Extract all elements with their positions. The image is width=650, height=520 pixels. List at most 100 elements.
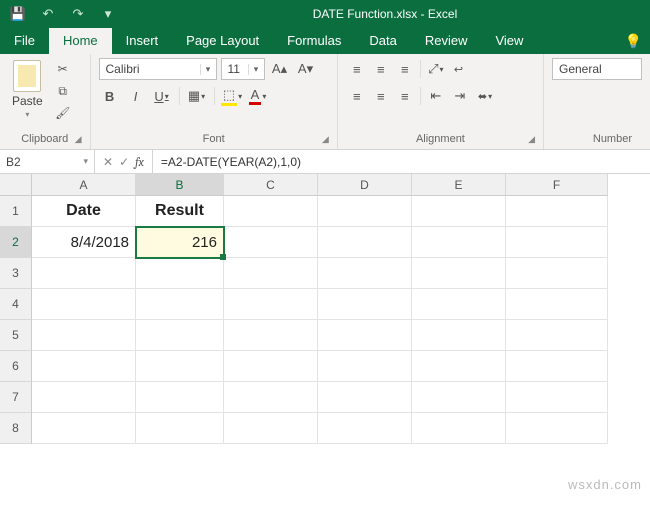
cell-E1[interactable] — [412, 196, 506, 227]
cell-E8[interactable] — [412, 413, 506, 444]
cell-A3[interactable] — [32, 258, 136, 289]
row-header-8[interactable]: 8 — [0, 413, 32, 444]
tab-home[interactable]: Home — [49, 28, 112, 54]
format-painter-button[interactable]: 🖌 — [53, 104, 73, 122]
row-header-6[interactable]: 6 — [0, 351, 32, 382]
italic-button[interactable]: I — [125, 85, 147, 107]
tab-insert[interactable]: Insert — [112, 28, 173, 54]
cell-E2[interactable] — [412, 227, 506, 258]
cell-D4[interactable] — [318, 289, 412, 320]
alignment-dialog-launcher[interactable]: ◢ — [528, 134, 535, 145]
wrap-text-button[interactable]: ↩ — [449, 58, 468, 80]
align-center-button[interactable]: ≡ — [370, 85, 392, 107]
align-left-button[interactable]: ≡ — [346, 85, 368, 107]
clipboard-dialog-launcher[interactable]: ◢ — [75, 134, 82, 145]
cell-D7[interactable] — [318, 382, 412, 413]
cell-E5[interactable] — [412, 320, 506, 351]
row-header-3[interactable]: 3 — [0, 258, 32, 289]
grow-font-button[interactable]: A▴ — [269, 58, 291, 80]
cell-A8[interactable] — [32, 413, 136, 444]
cell-A5[interactable] — [32, 320, 136, 351]
decrease-indent-button[interactable]: ⇤ — [425, 85, 447, 107]
number-format-combo[interactable]: General — [552, 58, 642, 80]
select-all-corner[interactable] — [0, 174, 32, 196]
cell-A1[interactable]: Date — [32, 196, 136, 227]
cell-D8[interactable] — [318, 413, 412, 444]
align-right-button[interactable]: ≡ — [394, 85, 416, 107]
cell-A2[interactable]: 8/4/2018 — [32, 227, 136, 258]
orientation-button[interactable]: ⤢▾ — [425, 58, 447, 80]
cell-F8[interactable] — [506, 413, 608, 444]
cell-D6[interactable] — [318, 351, 412, 382]
enter-formula-button[interactable]: ✓ — [119, 155, 129, 169]
cell-B3[interactable] — [136, 258, 224, 289]
font-size-combo[interactable]: 11▾ — [221, 58, 265, 80]
cell-C3[interactable] — [224, 258, 318, 289]
cut-button[interactable]: ✂ — [53, 60, 73, 78]
cell-C8[interactable] — [224, 413, 318, 444]
cell-B2[interactable]: 216 — [136, 227, 224, 258]
cell-B7[interactable] — [136, 382, 224, 413]
cell-E4[interactable] — [412, 289, 506, 320]
cell-D3[interactable] — [318, 258, 412, 289]
fill-color-button[interactable]: ⬚▾ — [221, 85, 243, 107]
cell-C6[interactable] — [224, 351, 318, 382]
cell-F5[interactable] — [506, 320, 608, 351]
paste-button[interactable]: Paste ▾ — [8, 58, 47, 121]
redo-button[interactable]: ↷ — [66, 2, 90, 26]
cell-C4[interactable] — [224, 289, 318, 320]
cell-C7[interactable] — [224, 382, 318, 413]
undo-button[interactable]: ↶ — [36, 2, 60, 26]
bold-button[interactable]: B — [99, 85, 121, 107]
row-header-5[interactable]: 5 — [0, 320, 32, 351]
cell-B4[interactable] — [136, 289, 224, 320]
tab-review[interactable]: Review — [411, 28, 482, 54]
column-header-A[interactable]: A — [32, 174, 136, 196]
tab-page-layout[interactable]: Page Layout — [172, 28, 273, 54]
tell-me-icon[interactable]: 💡 — [625, 33, 642, 50]
column-header-E[interactable]: E — [412, 174, 506, 196]
cancel-formula-button[interactable]: ✕ — [103, 155, 113, 169]
font-name-combo[interactable]: Calibri▾ — [99, 58, 217, 80]
merge-center-button[interactable]: ⬌▾ — [473, 85, 497, 107]
cell-C2[interactable] — [224, 227, 318, 258]
cell-D5[interactable] — [318, 320, 412, 351]
cell-F6[interactable] — [506, 351, 608, 382]
cell-B5[interactable] — [136, 320, 224, 351]
cell-D1[interactable] — [318, 196, 412, 227]
cell-F7[interactable] — [506, 382, 608, 413]
align-middle-button[interactable]: ≡ — [370, 58, 392, 80]
font-color-button[interactable]: A▾ — [247, 85, 269, 107]
tab-view[interactable]: View — [481, 28, 537, 54]
formula-bar[interactable]: =A2-DATE(YEAR(A2),1,0) — [153, 150, 650, 173]
cell-E7[interactable] — [412, 382, 506, 413]
fx-button[interactable]: fx — [135, 155, 144, 169]
column-header-C[interactable]: C — [224, 174, 318, 196]
tab-file[interactable]: File — [0, 28, 49, 54]
cell-F2[interactable] — [506, 227, 608, 258]
column-header-D[interactable]: D — [318, 174, 412, 196]
name-box[interactable]: B2▾ — [0, 150, 95, 173]
align-bottom-button[interactable]: ≡ — [394, 58, 416, 80]
cell-B8[interactable] — [136, 413, 224, 444]
row-header-1[interactable]: 1 — [0, 196, 32, 227]
cell-C5[interactable] — [224, 320, 318, 351]
qat-more-button[interactable]: ▾ — [96, 2, 120, 26]
column-header-F[interactable]: F — [506, 174, 608, 196]
increase-indent-button[interactable]: ⇥ — [449, 85, 471, 107]
shrink-font-button[interactable]: A▾ — [295, 58, 317, 80]
cell-D2[interactable] — [318, 227, 412, 258]
underline-button[interactable]: U▾ — [151, 85, 173, 107]
cell-E3[interactable] — [412, 258, 506, 289]
copy-button[interactable]: ⧉ — [53, 82, 73, 100]
cell-F3[interactable] — [506, 258, 608, 289]
cell-F1[interactable] — [506, 196, 608, 227]
font-dialog-launcher[interactable]: ◢ — [322, 134, 329, 145]
tab-data[interactable]: Data — [355, 28, 410, 54]
border-button[interactable]: ▦▾ — [186, 85, 208, 107]
cell-B1[interactable]: Result — [136, 196, 224, 227]
row-header-7[interactable]: 7 — [0, 382, 32, 413]
cell-C1[interactable] — [224, 196, 318, 227]
column-header-B[interactable]: B — [136, 174, 224, 196]
row-header-4[interactable]: 4 — [0, 289, 32, 320]
